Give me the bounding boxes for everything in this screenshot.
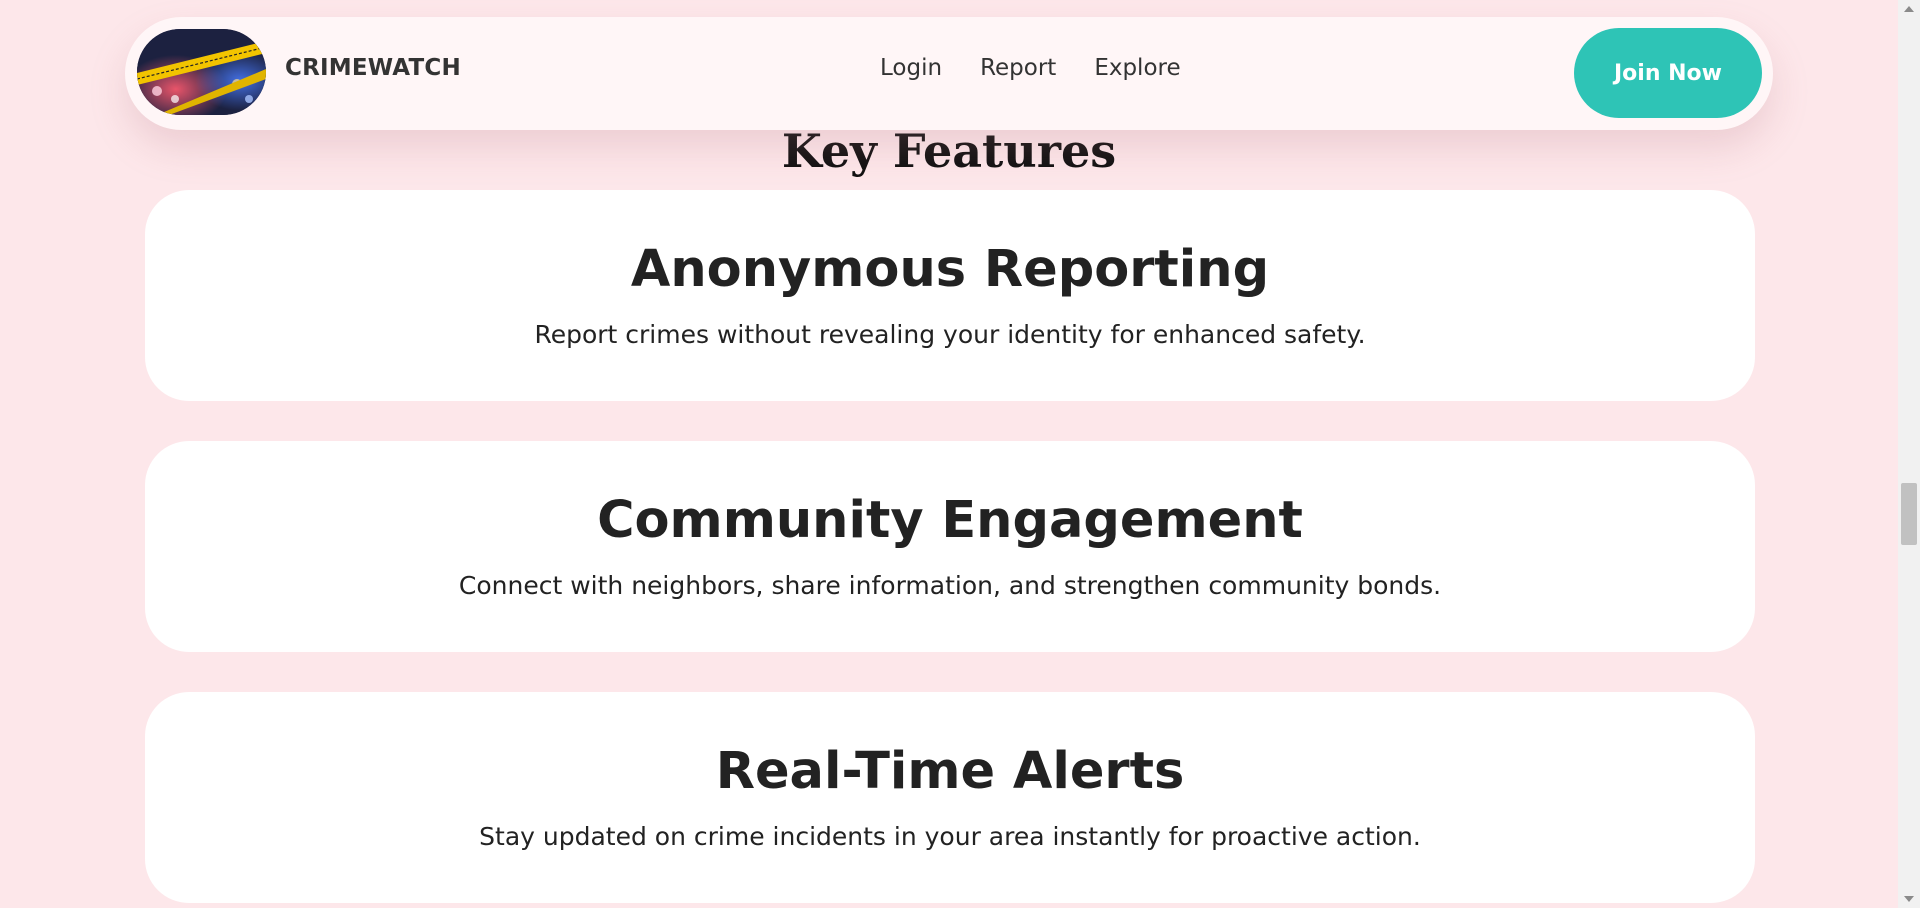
feature-description: Report crimes without revealing your ide… [534, 320, 1366, 349]
scrollbar-thumb[interactable] [1901, 483, 1917, 545]
vertical-scrollbar[interactable] [1898, 0, 1920, 908]
police-tape-icon [137, 29, 266, 115]
nav-links: Login Report Explore [880, 55, 1181, 81]
scroll-down-arrow-icon[interactable] [1904, 896, 1914, 902]
feature-description: Stay updated on crime incidents in your … [479, 822, 1421, 851]
feature-heading: Anonymous Reporting [630, 240, 1270, 299]
feature-heading: Real-Time Alerts [715, 742, 1185, 801]
nav-link-report[interactable]: Report [980, 55, 1056, 81]
scroll-up-arrow-icon[interactable] [1904, 6, 1914, 12]
navbar: CRIMEWATCH Login Report Explore Join Now [125, 17, 1773, 130]
nav-link-explore[interactable]: Explore [1094, 55, 1180, 81]
page: CRIMEWATCH Login Report Explore Join Now… [0, 0, 1920, 908]
feature-description: Connect with neighbors, share informatio… [458, 571, 1442, 600]
nav-link-login[interactable]: Login [880, 55, 942, 81]
feature-card-community-engagement: Community Engagement Connect with neighb… [145, 441, 1755, 652]
feature-card-anonymous-reporting: Anonymous Reporting Report crimes withou… [145, 190, 1755, 401]
join-now-button[interactable]: Join Now [1574, 28, 1762, 118]
section-title: Key Features [781, 124, 1117, 178]
logo-image[interactable] [137, 29, 266, 115]
brand-name[interactable]: CRIMEWATCH [285, 55, 461, 81]
feature-card-real-time-alerts: Real-Time Alerts Stay updated on crime i… [145, 692, 1755, 903]
feature-heading: Community Engagement [597, 491, 1303, 550]
